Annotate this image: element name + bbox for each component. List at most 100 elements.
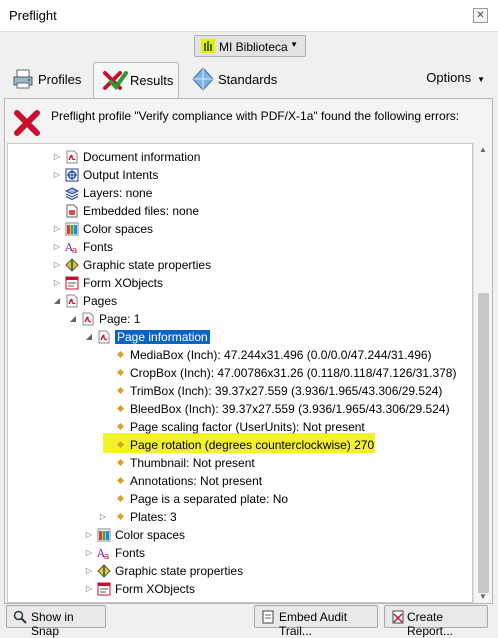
tree-label: Graphic state properties — [83, 258, 212, 272]
library-label: MI Biblioteca — [219, 40, 288, 54]
bullet-icon — [116, 350, 125, 359]
tree-label: MediaBox (Inch): 47.244x31.496 (0.0/0.0/… — [130, 348, 432, 362]
svg-text:a: a — [72, 246, 78, 254]
tree-label: Color spaces — [115, 528, 186, 542]
expand-icon[interactable]: ▷ — [52, 223, 62, 235]
tree-label: Form XObjects — [115, 582, 196, 596]
color-spaces-icon — [65, 222, 79, 236]
embedded-files-icon — [65, 204, 79, 218]
embed-audit-trail-button[interactable]: Embed Audit Trail... — [254, 605, 378, 638]
expand-icon[interactable]: ▷ — [84, 583, 94, 595]
close-icon[interactable]: ✕ — [473, 8, 488, 23]
tree-label: Page: 1 — [99, 312, 141, 326]
fonts-icon: Aa — [64, 240, 79, 256]
fonts-icon: Aa — [96, 546, 111, 562]
expand-icon[interactable]: ▷ — [84, 547, 94, 559]
chevron-down-icon: ▼ — [290, 40, 298, 49]
tree-label: Page information — [115, 330, 210, 344]
bullet-icon — [116, 494, 125, 503]
title-bar: Preflight ✕ — [0, 0, 498, 32]
tree-label: Plates: 3 — [130, 510, 177, 524]
tree-label: Thumbnail: Not present — [130, 456, 255, 470]
pdf-icon — [65, 150, 79, 164]
options-menu[interactable]: Options ▼ — [426, 70, 485, 85]
tree-label: Output Intents — [83, 168, 159, 182]
tab-results-label: Results — [130, 73, 174, 88]
tree-label: Pages — [83, 294, 118, 308]
scrollbar-thumb[interactable] — [478, 293, 489, 593]
tree-label: TrimBox (Inch): 39.37x27.559 (3.936/1.96… — [130, 384, 443, 398]
bullet-icon — [116, 422, 125, 431]
window-title: Preflight — [9, 8, 57, 23]
tab-bar: Profiles Results Standards — [0, 62, 498, 99]
tree-label: Annotations: Not present — [130, 474, 263, 488]
report-icon — [392, 610, 404, 624]
show-in-snap-button[interactable]: Show in Snap — [6, 605, 106, 638]
tree-label: Page is a separated plate: No — [130, 492, 289, 506]
expand-icon[interactable]: ▷ — [98, 511, 108, 523]
pdf-icon — [81, 312, 95, 326]
bullet-icon — [116, 368, 125, 377]
expand-icon[interactable]: ▷ — [52, 151, 62, 163]
create-report-button[interactable]: Create Report... — [384, 605, 488, 638]
layers-icon — [64, 186, 80, 201]
tree-label: Layers: none — [83, 186, 153, 200]
tree-label: Graphic state properties — [115, 564, 244, 578]
create-report-label: Create Report... — [407, 610, 454, 638]
no-expander — [52, 205, 62, 217]
expand-icon[interactable]: ▷ — [52, 169, 62, 181]
form-xobjects-icon — [97, 582, 111, 596]
scroll-down-icon[interactable]: ▼ — [479, 592, 487, 601]
tab-profiles[interactable]: Profiles — [6, 62, 90, 98]
chevron-down-icon: ▼ — [477, 75, 485, 84]
color-spaces-icon — [97, 528, 111, 542]
form-xobjects-icon — [65, 276, 79, 290]
scroll-up-icon[interactable]: ▲ — [479, 145, 487, 154]
tree-label: Fonts — [115, 546, 146, 560]
show-in-snap-label: Show in Snap — [31, 610, 74, 638]
svg-text:a: a — [104, 552, 110, 560]
bullet-icon — [116, 512, 125, 521]
tree-label: Color spaces — [83, 222, 154, 236]
expand-icon[interactable]: ▷ — [52, 241, 62, 253]
expand-icon[interactable]: ▷ — [84, 565, 94, 577]
bullet-icon — [116, 404, 125, 413]
bullet-icon — [116, 476, 125, 485]
graphic-state-icon — [97, 564, 111, 578]
error-x-icon — [14, 110, 40, 136]
library-dropdown[interactable]: MI Biblioteca ▼ — [194, 35, 306, 57]
results-panel: Preflight profile "Verify compliance wit… — [4, 98, 493, 604]
tab-results[interactable]: Results — [93, 62, 179, 99]
no-expander — [52, 187, 62, 199]
options-label: Options — [426, 70, 472, 85]
tab-standards[interactable]: Standards — [186, 62, 286, 98]
bullet-icon — [116, 386, 125, 395]
collapse-icon[interactable]: ◢ — [84, 331, 94, 343]
pdf-icon — [97, 330, 111, 344]
tree-label: CropBox (Inch): 47.00786x31.26 (0.118/0.… — [130, 366, 457, 380]
results-icon — [103, 71, 128, 91]
expand-icon[interactable]: ▷ — [84, 529, 94, 541]
collapse-icon[interactable]: ◢ — [68, 313, 78, 325]
standards-icon — [192, 67, 214, 91]
tree-label: Form XObjects — [83, 276, 164, 290]
tree-label: Page scaling factor (UserUnits): Not pre… — [130, 420, 365, 434]
output-intents-icon — [65, 168, 79, 182]
magnifier-icon — [13, 610, 27, 624]
pdf-icon — [65, 294, 79, 308]
tree-label: BleedBox (Inch): 39.37x27.559 (3.936/1.9… — [130, 402, 450, 416]
results-message: Preflight profile "Verify compliance wit… — [51, 109, 460, 123]
graphic-state-icon — [65, 258, 79, 272]
library-icon — [201, 39, 215, 53]
tree-label: Embedded files: none — [83, 204, 200, 218]
audit-trail-icon — [262, 610, 274, 624]
expand-icon[interactable]: ▷ — [52, 259, 62, 271]
vertical-scrollbar[interactable]: ▲ ▼ — [473, 143, 492, 603]
collapse-icon[interactable]: ◢ — [52, 295, 62, 307]
tab-profiles-label: Profiles — [38, 72, 82, 87]
profiles-icon — [13, 69, 33, 89]
tab-standards-label: Standards — [218, 72, 278, 87]
tree-label: Document information — [83, 150, 201, 164]
expand-icon[interactable]: ▷ — [52, 277, 62, 289]
tree-label: Fonts — [83, 240, 114, 254]
